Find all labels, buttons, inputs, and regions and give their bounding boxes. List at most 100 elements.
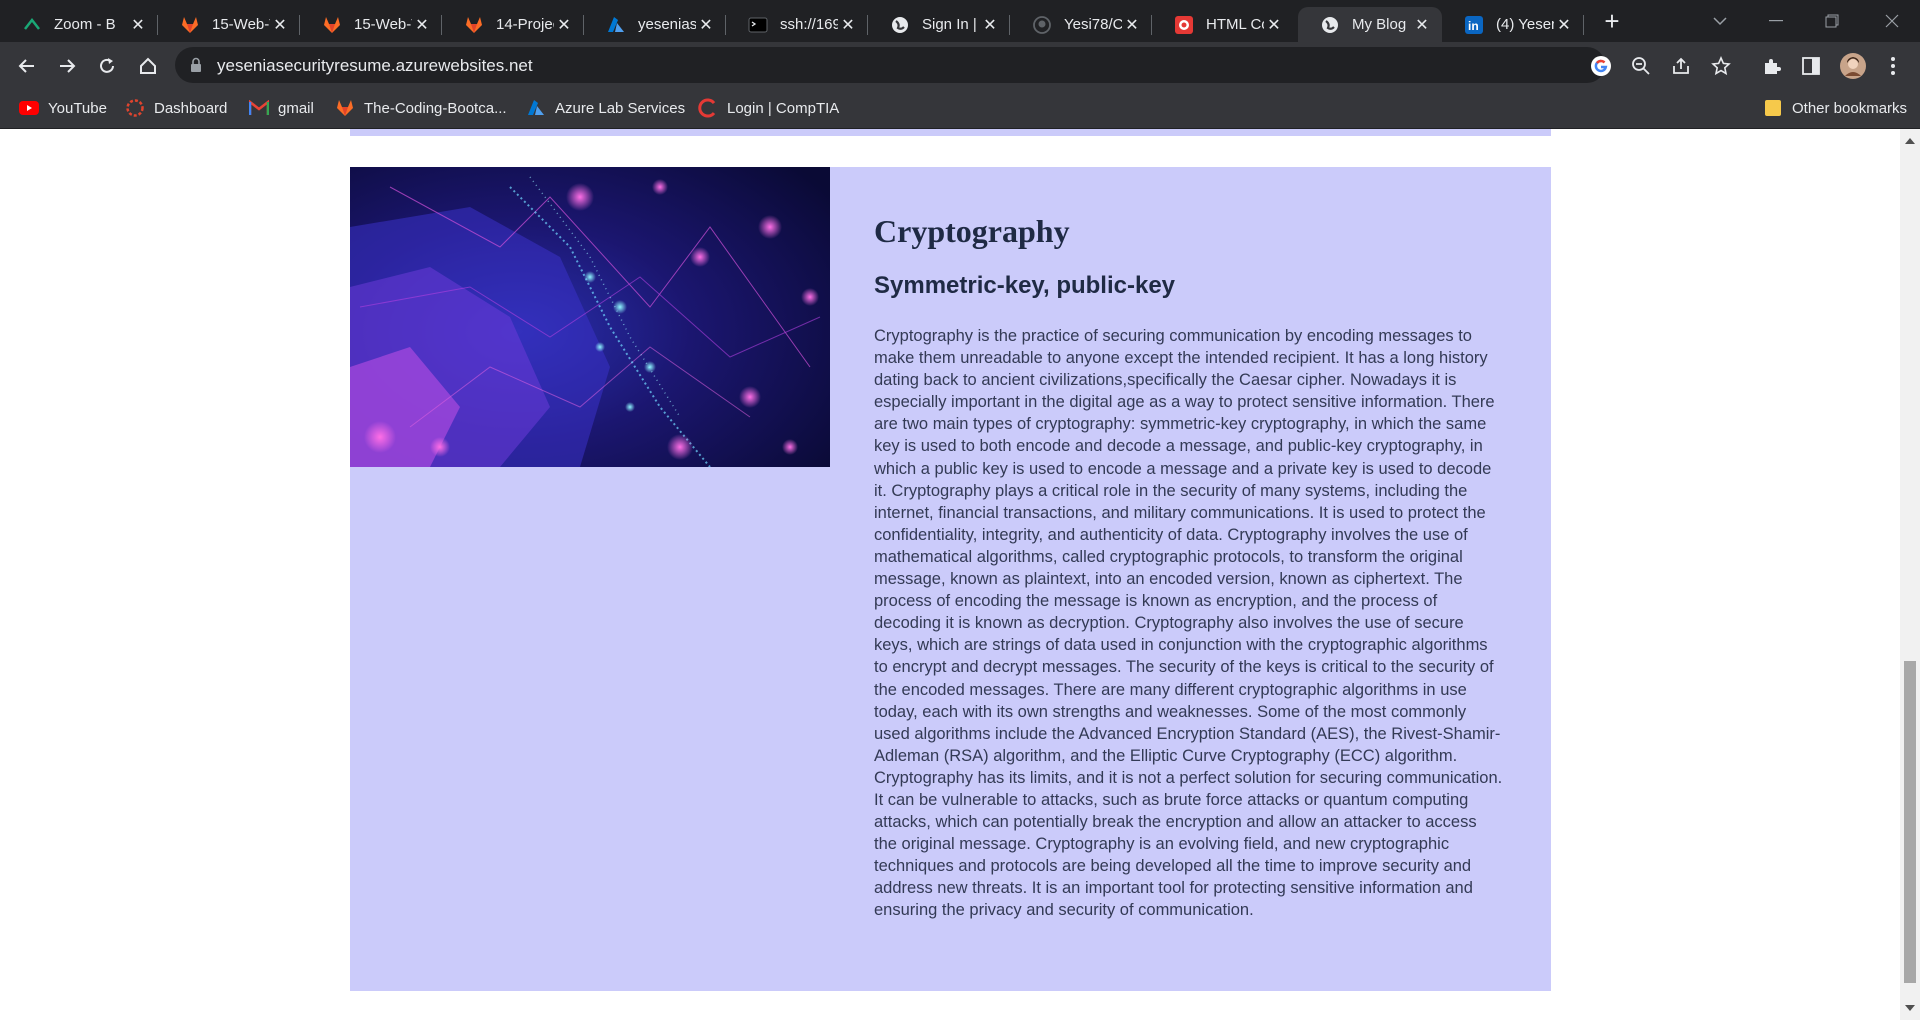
bookmark-label: Dashboard bbox=[154, 99, 228, 117]
terminal-icon bbox=[748, 15, 768, 35]
record-icon bbox=[1174, 15, 1194, 35]
gitlab-icon bbox=[464, 15, 484, 35]
tab-my-blog[interactable]: My Blog ✕ bbox=[1298, 7, 1442, 42]
tab-gitlab-3[interactable]: 14-Projec ✕ bbox=[442, 7, 584, 42]
home-icon bbox=[140, 57, 156, 74]
tab-gitlab-1[interactable]: 15-Web-V ✕ bbox=[158, 7, 300, 42]
gmail-icon bbox=[248, 97, 270, 119]
forward-button[interactable] bbox=[51, 50, 83, 82]
close-icon[interactable]: ✕ bbox=[980, 15, 1000, 35]
tab-title: ssh://169 bbox=[780, 16, 838, 33]
gitlab-icon bbox=[322, 15, 342, 35]
cryptography-image bbox=[350, 167, 830, 467]
close-icon[interactable]: ✕ bbox=[1554, 15, 1574, 35]
tab-title: Zoom - B bbox=[54, 16, 116, 33]
back-arrow-icon bbox=[18, 59, 34, 73]
close-icon[interactable]: ✕ bbox=[554, 15, 574, 35]
google-icon[interactable] bbox=[1590, 55, 1612, 77]
tab-title: Yesi78/Cy bbox=[1064, 16, 1122, 33]
page-viewport: Cryptography Symmetric-key, public-key C… bbox=[0, 129, 1900, 1020]
kebab-menu-icon[interactable] bbox=[1882, 55, 1904, 77]
new-tab-button[interactable]: + bbox=[1599, 8, 1625, 34]
url-text[interactable]: yeseniasecurityresume.azurewebsites.net bbox=[217, 56, 533, 76]
restore-button[interactable] bbox=[1804, 0, 1860, 42]
bookmark-label: Other bookmarks bbox=[1792, 99, 1908, 117]
tab-divider bbox=[1583, 15, 1584, 35]
close-icon[interactable]: ✕ bbox=[838, 15, 858, 35]
tab-title: 15-Web-V bbox=[354, 16, 412, 33]
tab-title: yeseniase bbox=[638, 16, 696, 33]
blog-post-content: Cryptography Symmetric-key, public-key C… bbox=[874, 211, 1504, 922]
close-icon[interactable]: ✕ bbox=[412, 15, 432, 35]
bookmarks-bar: YouTube Dashboard gmail The-Coding-Bootc… bbox=[0, 89, 1920, 129]
post-body: Cryptography is the practice of securing… bbox=[874, 327, 1503, 920]
bookmark-star-icon[interactable] bbox=[1710, 55, 1732, 77]
tab-azure[interactable]: yeseniase ✕ bbox=[584, 7, 726, 42]
post-subtitle: Symmetric-key, public-key bbox=[874, 272, 1176, 299]
close-icon[interactable]: ✕ bbox=[1122, 15, 1142, 35]
tab-html-course[interactable]: HTML Co ✕ bbox=[1152, 7, 1294, 42]
youtube-icon bbox=[18, 97, 40, 119]
bookmark-coding-bootcamp[interactable]: The-Coding-Bootca... bbox=[334, 89, 507, 127]
minimize-icon bbox=[1769, 20, 1783, 22]
tab-title: 15-Web-V bbox=[212, 16, 270, 33]
back-button[interactable] bbox=[11, 50, 43, 82]
tab-title: 14-Projec bbox=[496, 16, 554, 33]
azure-icon bbox=[525, 97, 547, 119]
post-title: Cryptography bbox=[874, 213, 1070, 249]
tab-github[interactable]: Yesi78/Cy ✕ bbox=[1010, 7, 1152, 42]
tab-gitlab-2[interactable]: 15-Web-V ✕ bbox=[300, 7, 442, 42]
tab-title: Sign In | C bbox=[922, 16, 980, 33]
share-icon[interactable] bbox=[1670, 55, 1692, 77]
tab-zoom[interactable]: Zoom - B ✕ bbox=[0, 7, 158, 42]
bookmark-comptia[interactable]: Login | CompTIA bbox=[697, 89, 839, 127]
close-icon[interactable]: ✕ bbox=[696, 15, 716, 35]
bookmark-azure-lab[interactable]: Azure Lab Services bbox=[525, 89, 685, 127]
side-panel-icon[interactable] bbox=[1800, 55, 1822, 77]
page-scrollbar[interactable] bbox=[1900, 129, 1920, 1020]
gitlab-icon bbox=[334, 97, 356, 119]
tab-title: HTML Co bbox=[1206, 16, 1264, 33]
tab-signin[interactable]: Sign In | C ✕ bbox=[868, 7, 1010, 42]
reload-icon bbox=[100, 58, 114, 73]
svg-text:in: in bbox=[1468, 19, 1479, 33]
chevron-down-icon bbox=[1713, 17, 1727, 26]
close-icon[interactable]: ✕ bbox=[1264, 15, 1284, 35]
window-close-button[interactable] bbox=[1864, 0, 1920, 42]
comptia-icon bbox=[697, 97, 719, 119]
tab-linkedin[interactable]: in (4) Yesen ✕ bbox=[1442, 7, 1584, 42]
profile-avatar[interactable] bbox=[1840, 53, 1866, 79]
home-button[interactable] bbox=[132, 50, 164, 82]
extensions-icon[interactable] bbox=[1761, 55, 1783, 77]
close-icon[interactable]: ✕ bbox=[128, 15, 148, 35]
bookmark-dashboard[interactable]: Dashboard bbox=[124, 89, 227, 127]
zoom-icon bbox=[22, 15, 42, 35]
scroll-thumb[interactable] bbox=[1904, 661, 1916, 983]
browser-toolbar: yeseniasecurityresume.azurewebsites.net bbox=[0, 42, 1920, 89]
folder-icon bbox=[1762, 97, 1784, 119]
lock-icon[interactable] bbox=[189, 57, 203, 78]
tab-title: My Blog bbox=[1352, 16, 1407, 33]
zoom-magnifier-icon[interactable] bbox=[1630, 55, 1652, 77]
gitlab-icon bbox=[180, 15, 200, 35]
reload-button[interactable] bbox=[91, 50, 123, 82]
close-icon bbox=[1885, 14, 1899, 28]
bookmark-label: YouTube bbox=[48, 99, 107, 117]
close-icon[interactable]: ✕ bbox=[1412, 15, 1432, 35]
tab-ssh[interactable]: ssh://169 ✕ bbox=[726, 7, 868, 42]
scroll-down-arrow[interactable] bbox=[1900, 1000, 1920, 1016]
linkedin-icon: in bbox=[1464, 15, 1484, 35]
bookmark-label: Login | CompTIA bbox=[727, 99, 840, 117]
close-icon[interactable]: ✕ bbox=[270, 15, 290, 35]
tab-search-button[interactable] bbox=[1692, 0, 1748, 42]
minimize-button[interactable] bbox=[1748, 0, 1804, 42]
forward-arrow-icon bbox=[60, 59, 76, 73]
bookmark-gmail[interactable]: gmail bbox=[248, 89, 314, 127]
other-bookmarks[interactable]: Other bookmarks bbox=[1762, 89, 1907, 127]
globe-icon bbox=[1320, 15, 1340, 35]
bookmark-youtube[interactable]: YouTube bbox=[18, 89, 107, 127]
previous-card-edge bbox=[350, 129, 1551, 136]
bookmark-label: Azure Lab Services bbox=[555, 99, 686, 117]
scroll-up-arrow[interactable] bbox=[1900, 133, 1920, 149]
address-bar[interactable]: yeseniasecurityresume.azurewebsites.net bbox=[175, 47, 1731, 83]
